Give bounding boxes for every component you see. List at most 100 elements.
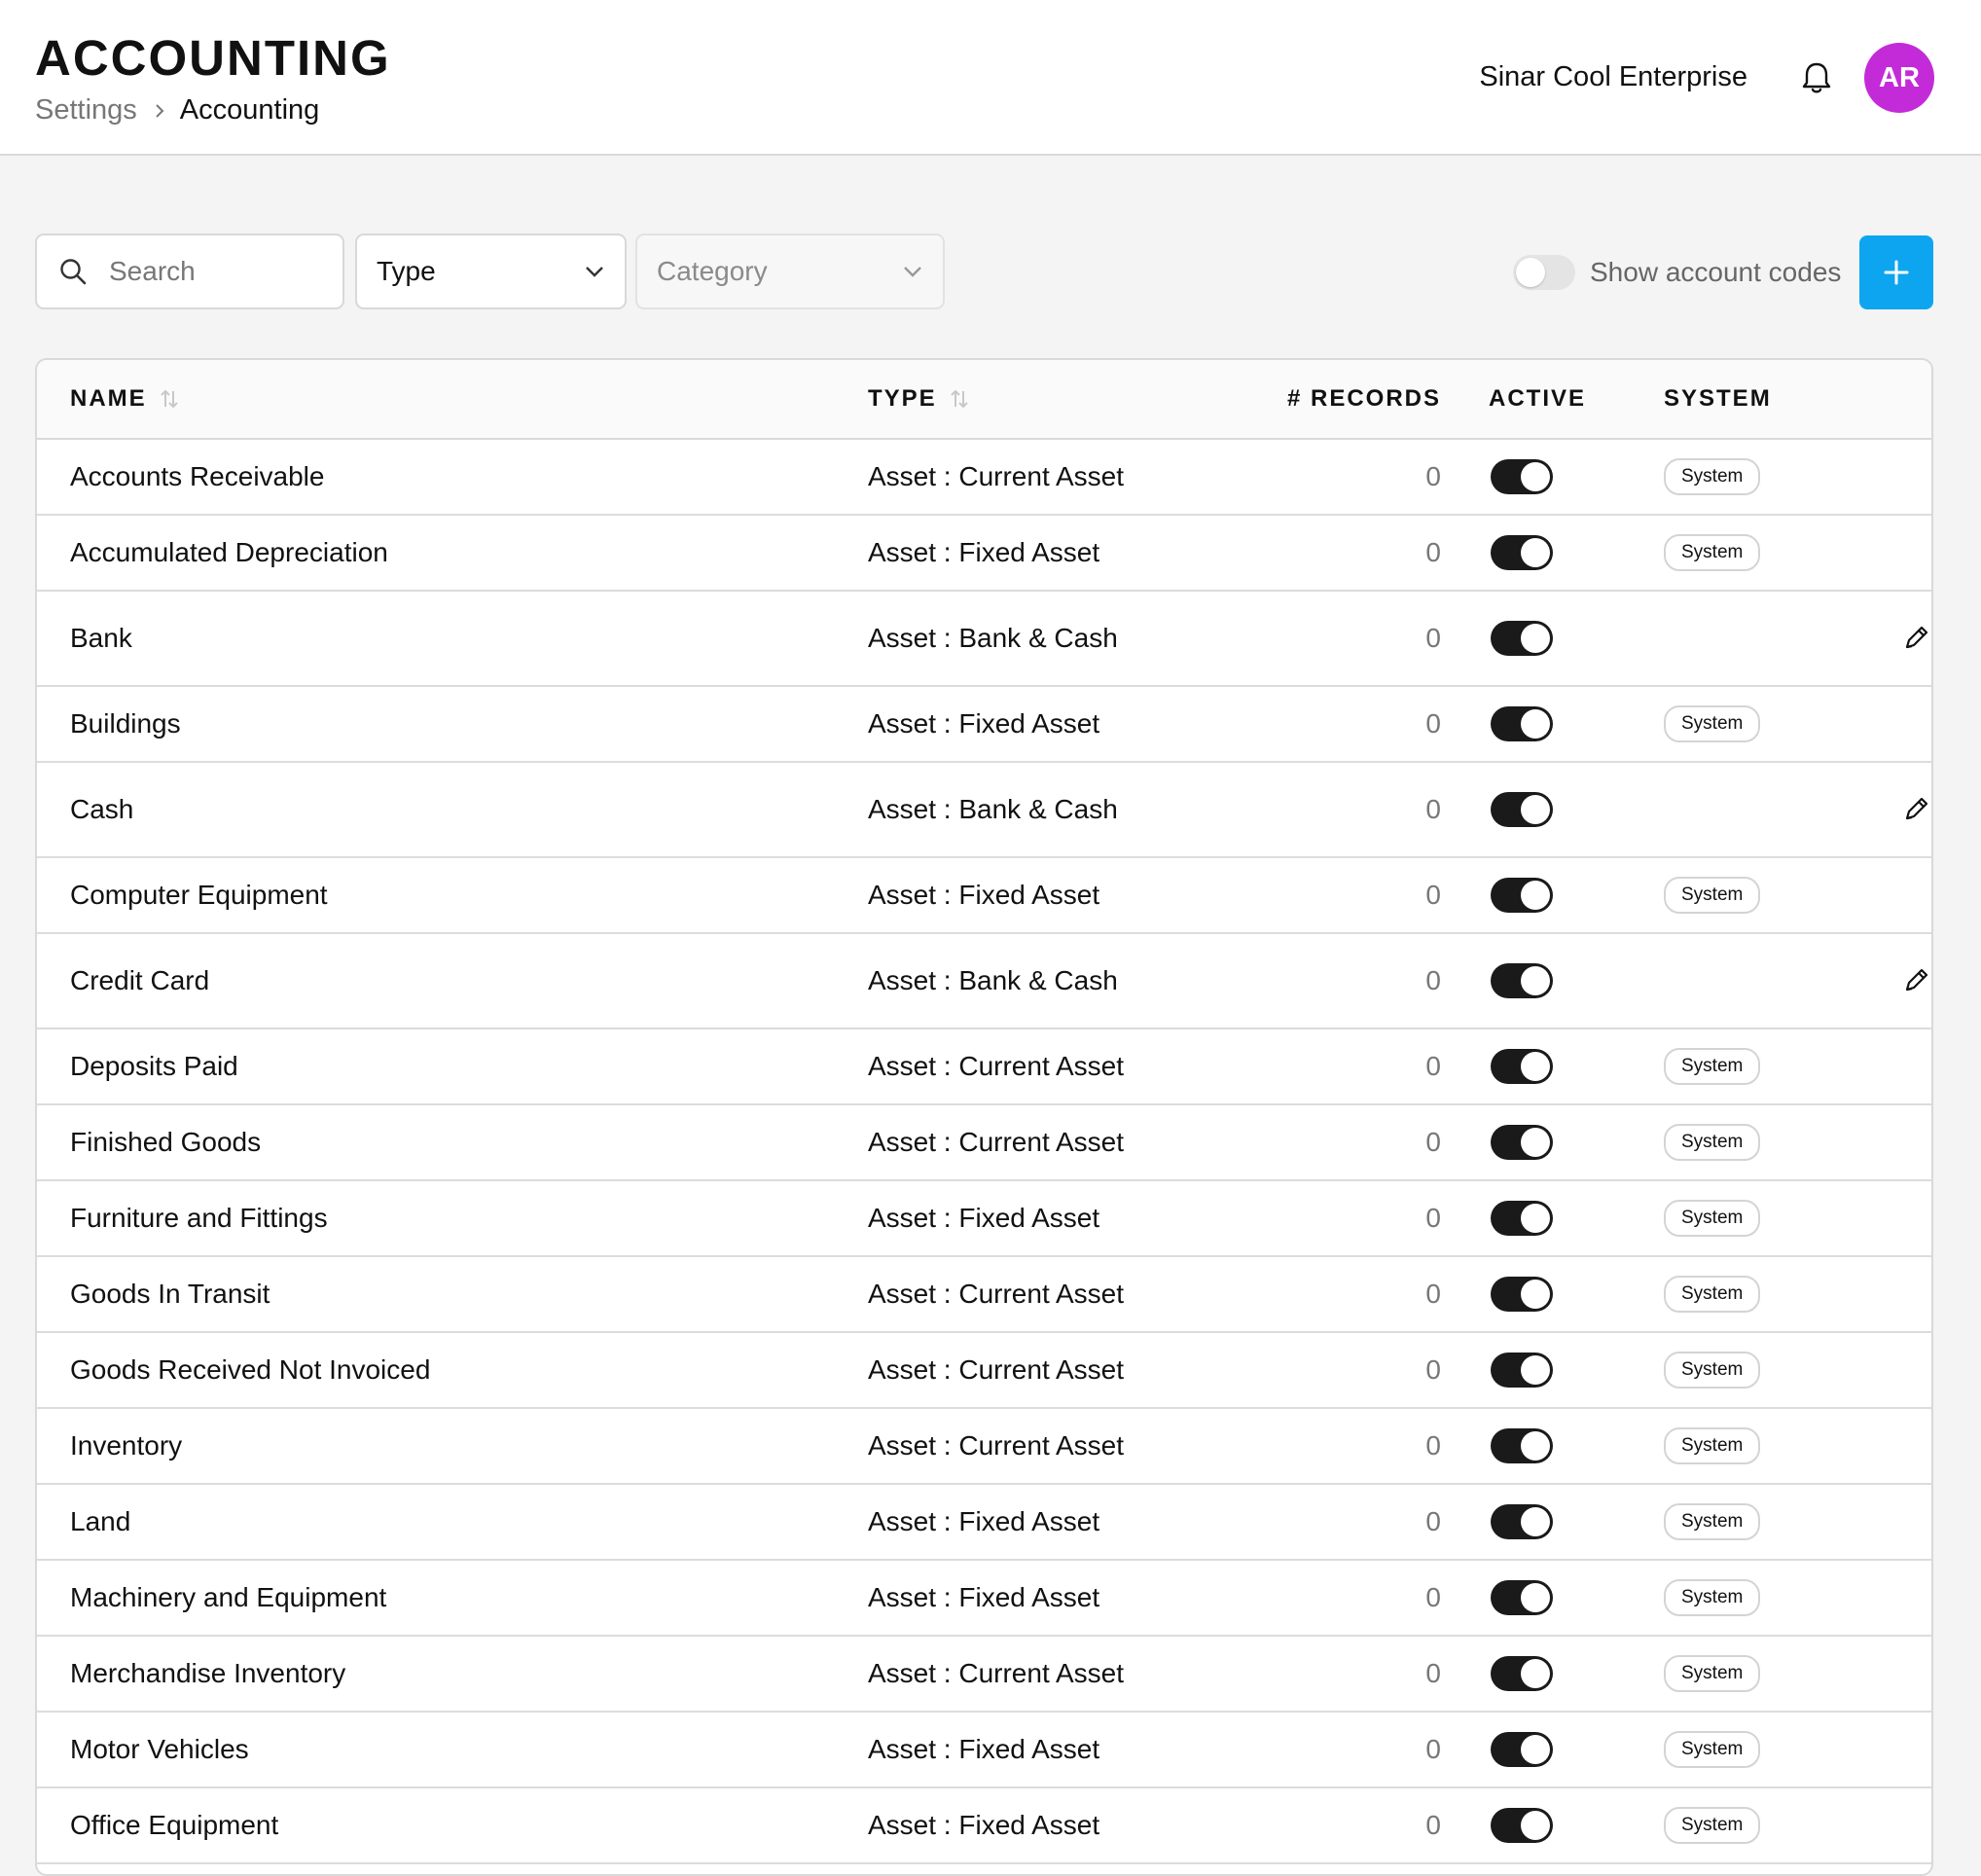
table-row[interactable]: Computer Equipment Asset : Fixed Asset 0 Sy…: [37, 858, 1931, 934]
search-input[interactable]: [107, 255, 315, 288]
column-header-name[interactable]: NAME: [70, 385, 180, 413]
account-name: Bank: [70, 623, 132, 653]
table-row[interactable]: Inventory Asset : Current Asset 0 System: [37, 1409, 1931, 1485]
pencil-icon[interactable]: [1899, 793, 1931, 826]
toggle-knob: [1521, 1431, 1550, 1461]
active-toggle[interactable]: [1491, 706, 1553, 741]
record-count: 0: [1425, 1506, 1441, 1536]
active-toggle[interactable]: [1491, 1125, 1553, 1160]
toggle-knob: [1521, 795, 1550, 824]
column-header-type[interactable]: TYPE: [868, 385, 970, 413]
account-name: Accounts Receivable: [70, 461, 325, 491]
active-toggle[interactable]: [1491, 459, 1553, 494]
account-name: Accumulated Depreciation: [70, 537, 388, 567]
table-row[interactable]: Finished Goods Asset : Current Asset 0 Syst…: [37, 1105, 1931, 1181]
type-select-label: Type: [377, 256, 436, 286]
active-toggle[interactable]: [1491, 1353, 1553, 1388]
table-row[interactable]: Goods In Transit Asset : Current Asset 0 Sy…: [37, 1257, 1931, 1333]
active-toggle[interactable]: [1491, 1201, 1553, 1236]
table-row[interactable]: Office Equipment Asset : Fixed Asset 0 Syst…: [37, 1788, 1931, 1864]
table-row[interactable]: Credit Card Asset : Bank & Cash 0: [37, 934, 1931, 1029]
account-type: Asset : Fixed Asset: [868, 1734, 1100, 1764]
account-type: Asset : Fixed Asset: [868, 1810, 1100, 1840]
chevron-right-icon: [153, 102, 166, 120]
column-header-system: SYSTEM: [1664, 385, 1772, 412]
active-toggle[interactable]: [1491, 963, 1553, 998]
record-count: 0: [1425, 461, 1441, 491]
account-name: Cash: [70, 794, 134, 824]
toggle-knob: [1521, 1507, 1550, 1536]
table-row[interactable]: Cash Asset : Bank & Cash 0: [37, 763, 1931, 858]
account-name: Buildings: [70, 708, 181, 739]
account-type: Asset : Bank & Cash: [868, 794, 1118, 824]
bell-icon[interactable]: [1800, 60, 1833, 95]
record-count: 0: [1425, 1734, 1441, 1764]
toggle-knob: [1521, 1659, 1550, 1688]
active-toggle[interactable]: [1491, 1808, 1553, 1843]
account-type: Asset : Current Asset: [868, 1279, 1124, 1309]
system-badge: System: [1664, 1655, 1761, 1692]
category-select[interactable]: Category: [635, 234, 945, 309]
active-toggle[interactable]: [1491, 621, 1553, 656]
table-row[interactable]: Buildings Asset : Fixed Asset 0 System: [37, 687, 1931, 763]
record-count: 0: [1425, 1127, 1441, 1157]
show-account-codes-toggle[interactable]: [1513, 255, 1575, 290]
toggle-knob: [1521, 1280, 1550, 1309]
search-field[interactable]: [35, 234, 344, 309]
toggle-knob: [1521, 1583, 1550, 1612]
active-toggle[interactable]: [1491, 1277, 1553, 1312]
active-toggle[interactable]: [1491, 1656, 1553, 1691]
table-row[interactable]: Deposits Paid Asset : Current Asset 0 Syste…: [37, 1029, 1931, 1105]
active-toggle[interactable]: [1491, 792, 1553, 827]
pencil-icon[interactable]: [1899, 622, 1931, 655]
active-toggle[interactable]: [1491, 878, 1553, 913]
system-badge: System: [1664, 1427, 1761, 1464]
table-row[interactable]: Bank Asset : Bank & Cash 0: [37, 592, 1931, 687]
table-row[interactable]: Merchandise Inventory Asset : Current Ass…: [37, 1637, 1931, 1713]
active-toggle[interactable]: [1491, 1732, 1553, 1767]
toggle-knob: [1521, 1128, 1550, 1157]
table-header: NAME TYPE # RECORDS ACTIVE SYSTEM: [37, 360, 1931, 440]
add-account-button[interactable]: [1859, 235, 1933, 309]
account-type: Asset : Fixed Asset: [868, 708, 1100, 739]
table-row[interactable]: Accounts Receivable Asset : Current Asset…: [37, 440, 1931, 516]
account-name: Merchandise Inventory: [70, 1658, 346, 1688]
account-name: Credit Card: [70, 965, 210, 995]
record-count: 0: [1425, 1810, 1441, 1840]
active-toggle[interactable]: [1491, 535, 1553, 570]
company-name[interactable]: Sinar Cool Enterprise: [1479, 61, 1747, 93]
account-name: Land: [70, 1506, 131, 1536]
system-badge: System: [1664, 534, 1761, 571]
account-name: Furniture and Fittings: [70, 1203, 328, 1233]
system-badge: System: [1664, 1807, 1761, 1844]
toggle-knob: [1521, 1355, 1550, 1385]
record-count: 0: [1425, 1582, 1441, 1612]
toggle-knob: [1521, 462, 1550, 491]
table-row[interactable]: Furniture and Fittings Asset : Fixed Asse…: [37, 1181, 1931, 1257]
table-row[interactable]: Motor Vehicles Asset : Fixed Asset 0 System: [37, 1713, 1931, 1788]
table-row[interactable]: Accumulated Depreciation Asset : Fixed As…: [37, 516, 1931, 592]
system-badge: System: [1664, 1200, 1761, 1237]
table-row[interactable]: Goods Received Not Invoiced Asset : Curre…: [37, 1333, 1931, 1409]
table-row[interactable]: Land Asset : Fixed Asset 0 System: [37, 1485, 1931, 1561]
type-select[interactable]: Type: [355, 234, 627, 309]
avatar[interactable]: AR: [1864, 43, 1934, 113]
account-name: Computer Equipment: [70, 880, 328, 910]
active-toggle[interactable]: [1491, 1580, 1553, 1615]
account-name: Goods In Transit: [70, 1279, 270, 1309]
active-toggle[interactable]: [1491, 1049, 1553, 1084]
breadcrumb-settings-link[interactable]: Settings: [35, 94, 137, 126]
pencil-icon[interactable]: [1899, 964, 1931, 997]
account-type: Asset : Bank & Cash: [868, 965, 1118, 995]
active-toggle[interactable]: [1491, 1428, 1553, 1463]
table-body: Accounts Receivable Asset : Current Asset…: [37, 440, 1931, 1864]
active-toggle[interactable]: [1491, 1504, 1553, 1539]
toggle-knob: [1521, 966, 1550, 995]
system-badge: System: [1664, 1352, 1761, 1389]
record-count: 0: [1425, 965, 1441, 995]
account-type: Asset : Fixed Asset: [868, 537, 1100, 567]
table-row[interactable]: Machinery and Equipment Asset : Fixed Ass…: [37, 1561, 1931, 1637]
breadcrumb-current: Accounting: [179, 94, 320, 126]
account-type: Asset : Bank & Cash: [868, 623, 1118, 653]
account-name: Finished Goods: [70, 1127, 262, 1157]
